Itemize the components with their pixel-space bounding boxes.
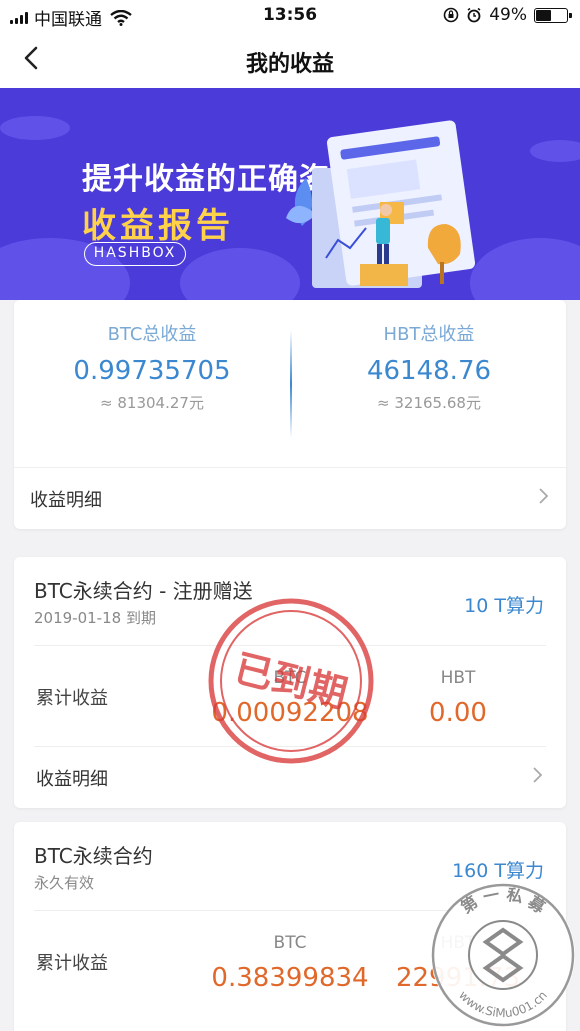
earnings-detail-link[interactable]: 收益明细	[14, 467, 566, 529]
page-title: 我的收益	[245, 52, 334, 77]
contract-name: BTC永续合约	[34, 844, 153, 868]
earnings-label: 累计收益	[36, 688, 108, 709]
alarm-icon	[467, 7, 481, 23]
chevron-right-icon	[533, 767, 543, 783]
earnings-label: 累计收益	[36, 953, 108, 974]
btc-total-cny: ≈ 81304.27元	[100, 394, 204, 412]
btc-summary: BTC总收益 0.99735705 ≈ 81304.27元	[14, 320, 290, 413]
banner-brand: HASHBOX	[84, 242, 186, 266]
nav-bar: 我的收益	[0, 30, 580, 88]
cloud-decoration	[0, 116, 70, 140]
hbt-summary: HBT总收益 46148.76 ≈ 32165.68元	[292, 320, 566, 413]
btc-total-value: 0.99735705	[73, 356, 231, 386]
stamp-text: 已到期	[230, 646, 351, 716]
rotation-lock-icon	[443, 7, 459, 23]
cloud-decoration	[530, 140, 580, 162]
banner-subheadline: 收益报告	[82, 206, 234, 246]
chevron-right-icon	[539, 488, 549, 504]
hash-power: 10 T算力	[464, 595, 544, 617]
hash-power: 160 T算力	[452, 860, 544, 882]
earnings-summary-card: BTC总收益 0.99735705 ≈ 81304.27元 HBT总收益 461…	[14, 300, 566, 529]
contract-status: 2019-01-18 到期	[34, 609, 156, 627]
promo-banner[interactable]: 提升收益的正确姿势 收益报告 HASHBOX	[0, 88, 580, 300]
status-right: 49%	[443, 5, 572, 25]
hbt-label: HBT	[440, 668, 476, 688]
contract-detail-label: 收益明细	[36, 769, 108, 790]
status-bar: 中国联通 13:56 49%	[0, 0, 580, 30]
expired-stamp: 已到期	[208, 598, 374, 764]
hbt-total-label: HBT总收益	[383, 324, 475, 345]
battery-percent: 49%	[489, 5, 527, 25]
earnings-detail-label: 收益明细	[30, 490, 102, 511]
hbt-earnings-value: 0.00	[429, 698, 487, 728]
report-illustration	[286, 120, 476, 288]
hbt-total-value: 46148.76	[366, 356, 492, 386]
btc-total-label: BTC总收益	[107, 324, 197, 345]
hbt-total-cny: ≈ 32165.68元	[377, 394, 481, 412]
battery-icon	[534, 7, 572, 23]
contract-status: 永久有效	[34, 874, 95, 892]
site-watermark: 第 一 私 募 www.SiMu001.cn	[431, 883, 575, 1027]
battery-level	[536, 9, 551, 21]
